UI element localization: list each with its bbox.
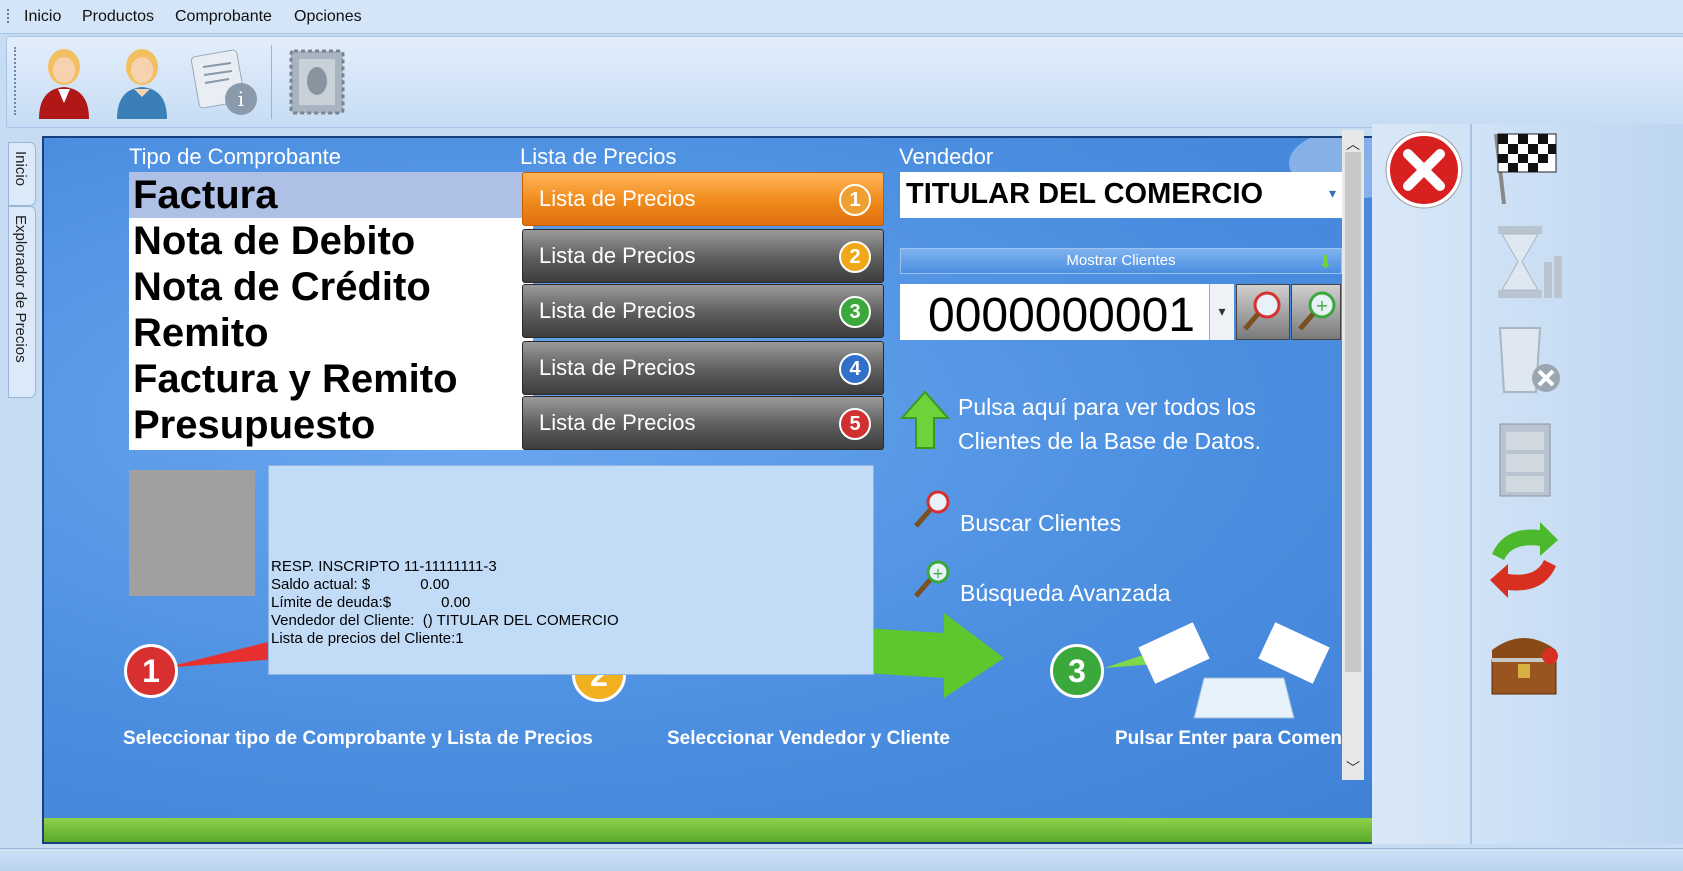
treasure-chest-icon[interactable] bbox=[1484, 620, 1564, 700]
lista-precios-4-button[interactable]: Lista de Precios 4 bbox=[522, 341, 884, 395]
lista-precios-5-button[interactable]: Lista de Precios 5 bbox=[522, 396, 884, 450]
cliente-icon[interactable] bbox=[103, 43, 181, 121]
menu-item-comprobante[interactable]: Comprobante bbox=[175, 8, 272, 26]
hint-line-2: Clientes de la Base de Datos. bbox=[958, 428, 1262, 454]
step-1-badge: 1 bbox=[124, 644, 178, 698]
search-icon bbox=[1243, 291, 1281, 331]
menu-item-inicio[interactable]: Inicio bbox=[24, 8, 61, 26]
info-line-condicion: RESP. INSCRIPTO 11-11111111-3 bbox=[271, 558, 497, 575]
step-3-label: Pulsar Enter para Comenza bbox=[1115, 728, 1363, 749]
cliente-value: 0000000001 bbox=[928, 289, 1195, 342]
menu-item-opciones[interactable]: Opciones bbox=[294, 8, 362, 26]
menu-item-productos[interactable]: Productos bbox=[82, 8, 154, 26]
tab-explorador-label: Explorador de Precios bbox=[12, 215, 29, 363]
stamp-icon[interactable] bbox=[279, 43, 357, 121]
svg-text:+: + bbox=[1315, 296, 1328, 315]
label-vendedor: Vendedor bbox=[899, 144, 994, 169]
info-line-lista: Lista de precios del Cliente:1 bbox=[271, 630, 464, 647]
list-item-factura-remito[interactable]: Factura y Remito bbox=[129, 356, 533, 402]
mostrar-clientes-button[interactable]: Mostrar Clientes ⬇ bbox=[900, 248, 1342, 274]
hourglass-icon[interactable] bbox=[1484, 222, 1564, 302]
svg-text:i: i bbox=[238, 87, 244, 111]
list-item-presupuesto[interactable]: Presupuesto bbox=[129, 402, 533, 448]
step-2-label: Seleccionar Vendedor y Cliente bbox=[667, 728, 950, 749]
side-tabs: Inicio Explorador de Precios bbox=[0, 134, 40, 844]
toolbar-separator bbox=[271, 45, 272, 119]
vendedor-value: TITULAR DEL COMERCIO bbox=[906, 178, 1264, 210]
checkered-flag-right-icon bbox=[1258, 622, 1330, 684]
cliente-info-box: RESP. INSCRIPTO 11-11111111-3 Saldo actu… bbox=[268, 465, 874, 675]
clientes-hint[interactable]: Pulsa aquí para ver todos los Clientes d… bbox=[958, 390, 1261, 458]
svg-text:+: + bbox=[932, 566, 944, 582]
toolbar-grip bbox=[14, 47, 16, 115]
lista-precios-1-label: Lista de Precios bbox=[539, 186, 696, 211]
lista-precios-5-label: Lista de Precios bbox=[539, 410, 696, 435]
status-bar bbox=[0, 848, 1683, 871]
vertical-scrollbar[interactable]: ︿ ﹀ bbox=[1342, 130, 1364, 780]
mostrar-clientes-label: Mostrar Clientes bbox=[1066, 252, 1176, 269]
search-plus-icon[interactable]: + bbox=[910, 558, 954, 602]
grass-decoration bbox=[44, 818, 1469, 842]
search-icon[interactable] bbox=[910, 488, 954, 532]
enter-key-icon bbox=[1193, 677, 1295, 719]
lista-precios-2-button[interactable]: Lista de Precios 2 bbox=[522, 229, 884, 283]
recycle-bin-icon[interactable] bbox=[1484, 318, 1564, 398]
list-item-nota-debito[interactable]: Nota de Debito bbox=[129, 218, 533, 264]
info-line-limite: Límite de deuda:$ 0.00 bbox=[271, 594, 471, 611]
badge-1: 1 bbox=[839, 184, 871, 216]
tab-inicio[interactable]: Inicio bbox=[8, 142, 36, 206]
main-panel: Tipo de Comprobante Lista de Precios Ven… bbox=[42, 136, 1471, 844]
label-tipo-comprobante: Tipo de Comprobante bbox=[129, 144, 341, 169]
toolbar: i bbox=[6, 36, 1683, 128]
list-item-remito[interactable]: Remito bbox=[129, 310, 533, 356]
badge-3: 3 bbox=[839, 296, 871, 328]
scroll-thumb[interactable] bbox=[1345, 152, 1361, 672]
lista-precios-1-button[interactable]: Lista de Precios 1 bbox=[522, 172, 884, 226]
search-plus-icon: + bbox=[1298, 291, 1336, 331]
tipo-comprobante-list[interactable]: Factura Nota de Debito Nota de Crédito R… bbox=[129, 172, 533, 450]
badge-2: 2 bbox=[839, 241, 871, 273]
badge-4: 4 bbox=[839, 353, 871, 385]
checkered-flag-left-icon bbox=[1138, 622, 1210, 684]
info-line-vendedor: Vendedor del Cliente: () TITULAR DEL COM… bbox=[271, 612, 619, 629]
menu-bar: Inicio Productos Comprobante Opciones bbox=[0, 0, 1683, 34]
label-lista-precios: Lista de Precios bbox=[520, 144, 677, 169]
busqueda-avanzada-button[interactable]: + bbox=[1291, 284, 1341, 340]
lista-precios-2-label: Lista de Precios bbox=[539, 243, 696, 268]
green-up-arrow-icon[interactable] bbox=[899, 390, 951, 450]
green-arrow-icon bbox=[864, 613, 1004, 698]
scroll-down-icon[interactable]: ﹀ bbox=[1346, 758, 1360, 778]
buscar-cliente-button[interactable] bbox=[1236, 284, 1290, 340]
tab-inicio-label: Inicio bbox=[12, 151, 29, 187]
cliente-select[interactable]: 0000000001 ▾ bbox=[900, 284, 1234, 342]
lista-precios-3-button[interactable]: Lista de Precios 3 bbox=[522, 284, 884, 338]
step-3-badge: 3 bbox=[1050, 644, 1104, 698]
scroll-up-icon[interactable]: ︿ bbox=[1346, 134, 1360, 154]
close-icon[interactable] bbox=[1384, 130, 1464, 210]
step-1-label: Seleccionar tipo de Comprobante y Lista … bbox=[123, 728, 593, 749]
checkered-flag-icon[interactable] bbox=[1484, 126, 1564, 206]
hint-line-1: Pulsa aquí para ver todos los bbox=[958, 394, 1256, 420]
right-panel-separator bbox=[1470, 124, 1472, 844]
list-item-nota-credito[interactable]: Nota de Crédito bbox=[129, 264, 533, 310]
chevron-down-icon: ▾ bbox=[1328, 186, 1336, 202]
chevron-down-icon[interactable]: ▾ bbox=[1209, 284, 1234, 340]
busqueda-avanzada-link[interactable]: Búsqueda Avanzada bbox=[960, 580, 1171, 607]
list-item-factura[interactable]: Factura bbox=[129, 172, 533, 218]
tab-explorador-precios[interactable]: Explorador de Precios bbox=[8, 206, 36, 398]
file-cabinet-icon[interactable] bbox=[1484, 420, 1564, 500]
vendedor-icon[interactable] bbox=[25, 43, 103, 121]
info-line-saldo: Saldo actual: $ 0.00 bbox=[271, 576, 450, 593]
buscar-clientes-link[interactable]: Buscar Clientes bbox=[960, 510, 1121, 537]
menu-grip bbox=[7, 9, 12, 23]
refresh-icon[interactable] bbox=[1484, 520, 1564, 600]
badge-5: 5 bbox=[839, 408, 871, 440]
lista-precios-4-label: Lista de Precios bbox=[539, 355, 696, 380]
cliente-photo bbox=[129, 470, 255, 596]
green-down-arrow-icon: ⬇ bbox=[1317, 252, 1333, 272]
lista-precios-3-label: Lista de Precios bbox=[539, 298, 696, 323]
info-icon[interactable]: i bbox=[185, 43, 263, 121]
vendedor-select[interactable]: TITULAR DEL COMERCIO ▾ bbox=[900, 172, 1342, 218]
